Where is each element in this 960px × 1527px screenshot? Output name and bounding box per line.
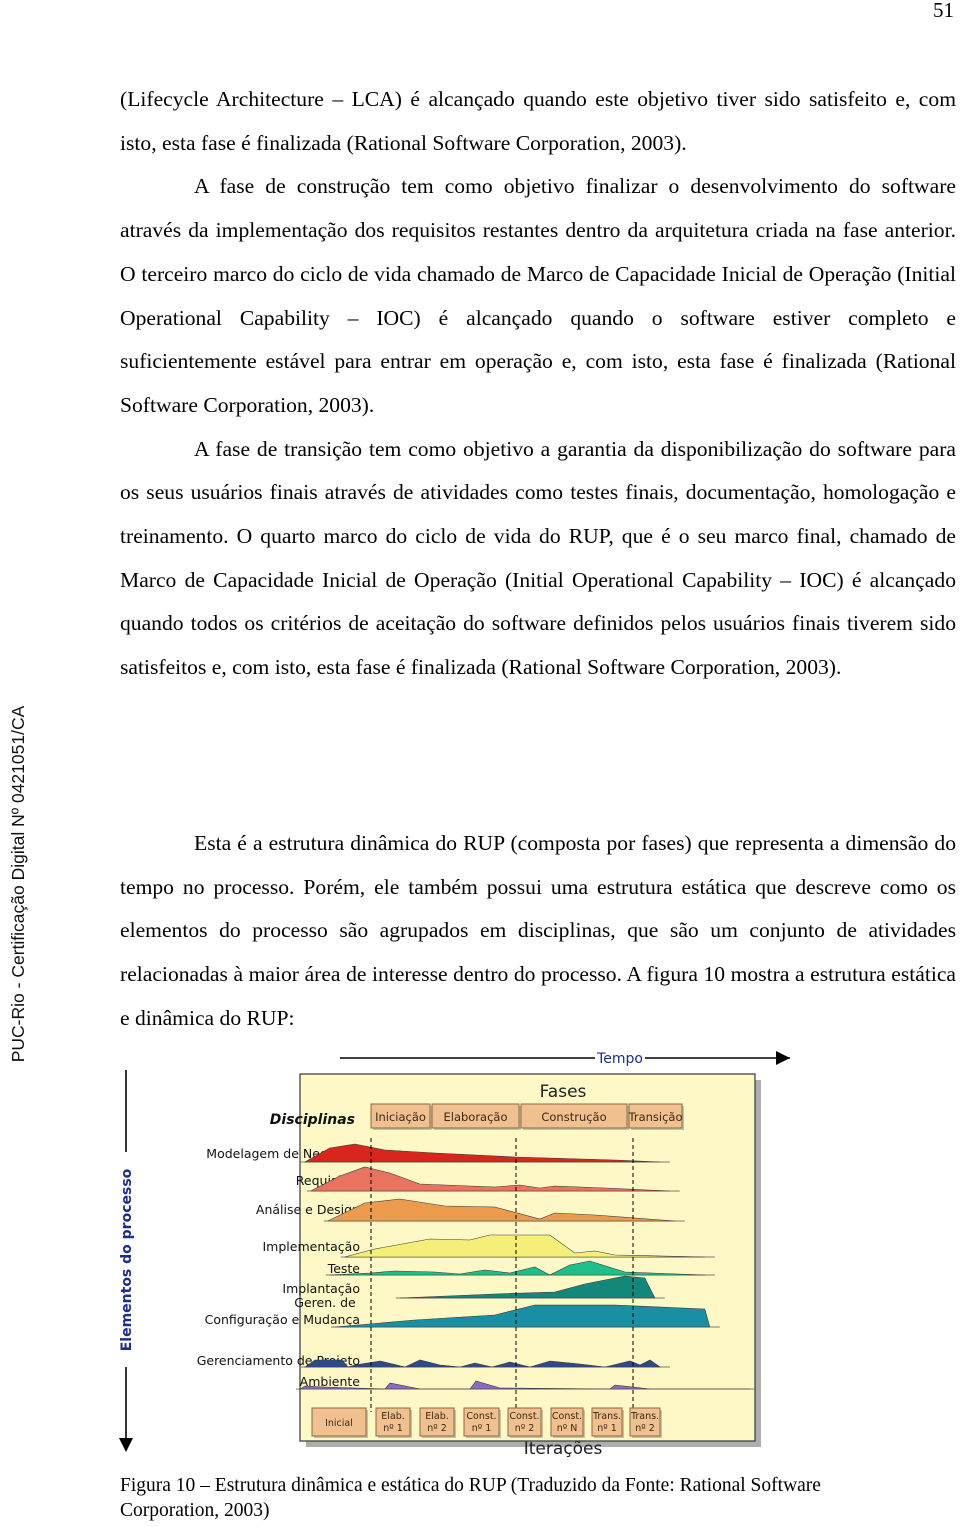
- iteration-label: Trans.: [630, 1411, 659, 1422]
- rup-figure: Tempo Elementos do processo Fases Discip…: [110, 1040, 810, 1470]
- rup-diagram: Tempo Elementos do processo Fases Discip…: [118, 1051, 790, 1459]
- paragraph: (Lifecycle Architecture – LCA) é alcança…: [120, 87, 956, 155]
- certification-stamp: PUC-Rio - Certificação Digital Nº 042105…: [8, 705, 28, 1063]
- iteration-label: Const.: [552, 1411, 582, 1422]
- body-text-bottom: Esta é a estrutura dinâmica do RUP (comp…: [120, 822, 956, 1041]
- phases-title: Fases: [540, 1082, 587, 1102]
- figure-caption: Figura 10 – Estrutura dinâmica e estátic…: [120, 1475, 821, 1521]
- paragraph: Esta é a estrutura dinâmica do RUP (comp…: [120, 831, 956, 1030]
- iteration-label: Elab.: [381, 1411, 405, 1422]
- disciplines-title: Disciplinas: [270, 1112, 355, 1128]
- paragraph: A fase de construção tem como objetivo f…: [120, 174, 956, 417]
- time-label: Tempo: [596, 1051, 643, 1067]
- phase-label: Transição: [628, 1110, 683, 1124]
- phase-label: Elaboração: [443, 1110, 507, 1124]
- phase-label: Iniciação: [375, 1110, 426, 1124]
- iteration-label: Const.: [466, 1411, 496, 1422]
- process-axis-label: Elementos do processo: [119, 1168, 135, 1351]
- discipline-label: Implantação: [282, 1281, 360, 1296]
- iteration-label: nº 2: [635, 1423, 655, 1434]
- iterations-title: Iterações: [524, 1439, 603, 1459]
- process-axis-arrow-icon: [119, 1438, 133, 1452]
- discipline-label: Implementação: [263, 1239, 361, 1254]
- discipline-label: Configuração e Mudança: [205, 1312, 360, 1327]
- iteration-boxes: InicialElab.nº 1Elab.nº 2Const.nº 1Const…: [311, 1407, 662, 1438]
- phase-boxes: Iniciação Elaboração Construção Transição: [370, 1103, 684, 1130]
- iteration-label: nº 2: [427, 1423, 447, 1434]
- iteration-label: Elab.: [425, 1411, 449, 1422]
- iteration-label: Trans.: [592, 1411, 621, 1422]
- page-number: 51: [933, 0, 954, 22]
- time-arrow-head-icon: [776, 1051, 790, 1065]
- discipline-label: Geren. de: [294, 1295, 356, 1310]
- iteration-label: nº 1: [472, 1423, 492, 1434]
- body-text-top: (Lifecycle Architecture – LCA) é alcança…: [120, 78, 956, 690]
- iteration-label: nº N: [557, 1423, 578, 1434]
- iteration-label: nº 2: [515, 1423, 535, 1434]
- iteration-label: Const.: [509, 1411, 539, 1422]
- iteration-label: nº 1: [383, 1423, 403, 1434]
- phase-label: Construção: [541, 1110, 606, 1124]
- paragraph: A fase de transição tem como objetivo a …: [120, 436, 956, 680]
- iteration-label: Inicial: [325, 1418, 353, 1429]
- iteration-label: nº 1: [597, 1423, 617, 1434]
